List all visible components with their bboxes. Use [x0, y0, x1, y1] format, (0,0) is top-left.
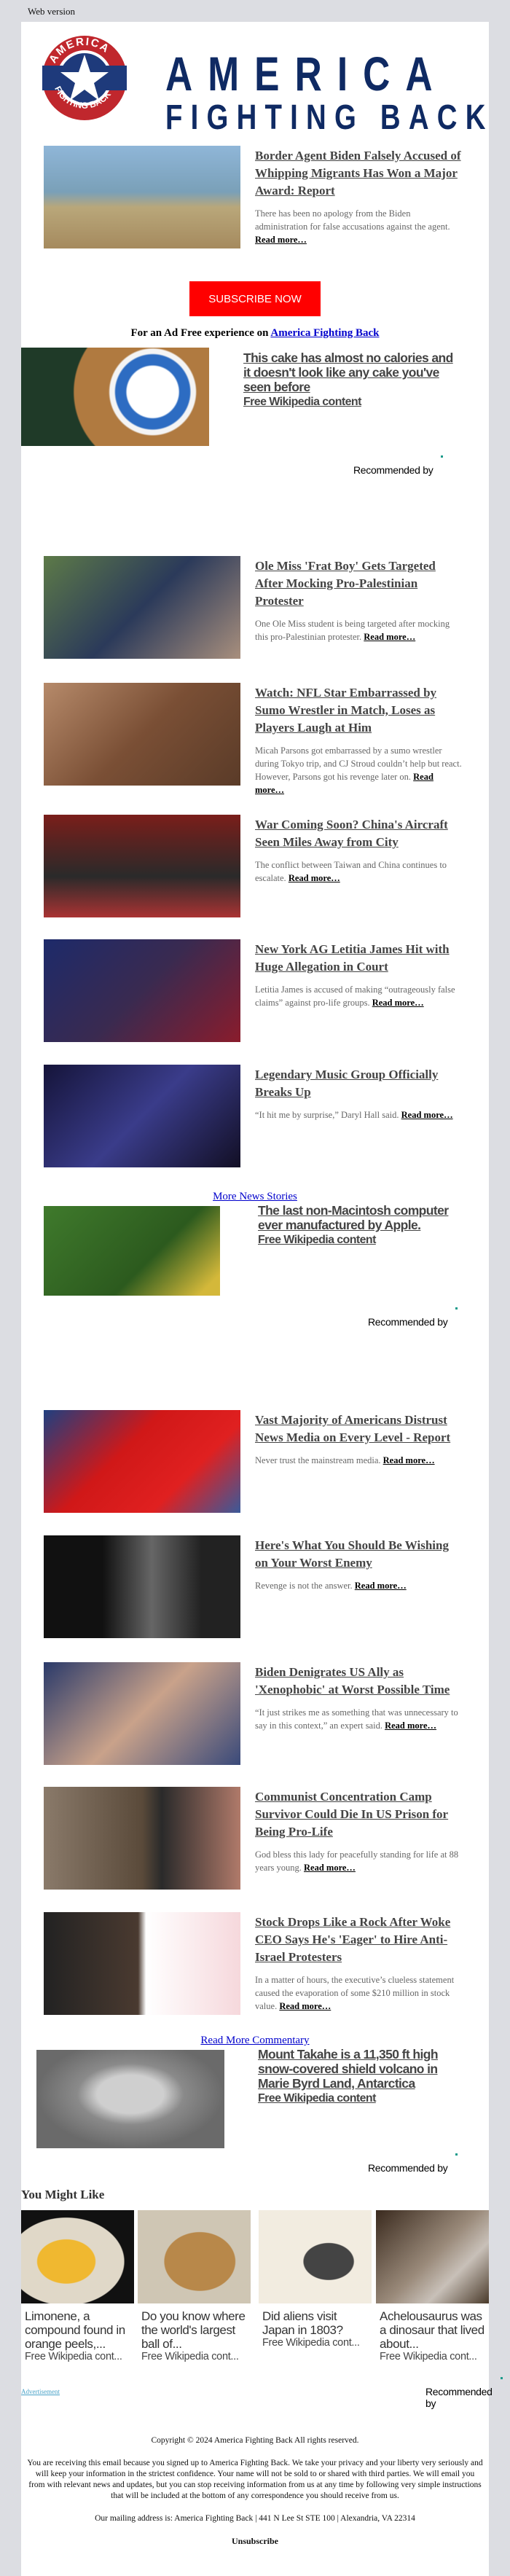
recommended-card[interactable]: Did aliens visit Japan in 1803? Free Wik… — [259, 2210, 372, 2349]
read-more-link[interactable]: Read more… — [355, 1581, 407, 1591]
story-image[interactable] — [44, 1912, 240, 2015]
site-logo[interactable]: AMERICA FIGHTING BACK AMERICA FIGHTING B… — [42, 35, 485, 136]
story-title-link[interactable]: Vast Majority of Americans Distrust News… — [255, 1412, 463, 1446]
story-title-link[interactable]: Biden Denigrates US Ally as 'Xenophobic'… — [255, 1664, 463, 1699]
story-title-link[interactable]: New York AG Letitia James Hit with Huge … — [255, 941, 463, 976]
story-summary: There has been no apology from the Biden… — [255, 208, 450, 245]
recommended-by-label[interactable]: Recommended by — [353, 455, 444, 476]
read-more-link[interactable]: Read more… — [385, 1720, 436, 1731]
copyright: Copyright © 2024 America Fighting Back A… — [151, 2436, 359, 2445]
recommender-logo-icon — [455, 2153, 458, 2156]
email-container: AMERICA FIGHTING BACK AMERICA FIGHTING B… — [21, 22, 503, 2576]
story-summary: In a matter of hours, the executive’s cl… — [255, 1975, 455, 2011]
story-summary: The conflict between Taiwan and China co… — [255, 860, 447, 883]
story-summary: God bless this lady for peacefully stand… — [255, 1849, 459, 1873]
story-summary: One Ole Miss student is being targeted a… — [255, 619, 450, 642]
story-title-link[interactable]: War Coming Soon? China's Aircraft Seen M… — [255, 816, 463, 851]
story-summary: Revenge is not the answer. Read more… — [255, 1581, 407, 1591]
ad-source: Free Wikipedia content — [258, 1234, 376, 1246]
ad-free-link[interactable]: America Fighting Back — [270, 327, 379, 339]
story-image[interactable] — [44, 815, 240, 917]
read-more-link[interactable]: Read more… — [289, 873, 340, 883]
card-image[interactable] — [138, 2210, 251, 2303]
recommender-logo-icon — [500, 2377, 503, 2379]
more-commentary-section: Read More Commentary — [21, 2035, 489, 2047]
advertisement-link[interactable]: Advertisement — [21, 2388, 60, 2395]
story-image[interactable] — [44, 939, 240, 1042]
web-version-link[interactable]: Web version — [28, 6, 75, 17]
story-title-link[interactable]: Here's What You Should Be Wishing on You… — [255, 1537, 463, 1572]
recommender-logo-icon — [455, 1307, 458, 1309]
story-title-link[interactable]: Stock Drops Like a Rock After Woke CEO S… — [255, 1914, 463, 1966]
card-image[interactable] — [259, 2210, 372, 2303]
recommended-card[interactable]: Achelousaurus was a dinosaur that lived … — [376, 2210, 489, 2362]
recommended-by-label[interactable]: Recommended by — [425, 2377, 503, 2409]
card-title[interactable]: Limonene, a compound found in orange pee… — [21, 2303, 134, 2351]
card-source: Free Wikipedia cont... — [262, 2337, 360, 2349]
story-title-link[interactable]: Watch: NFL Star Embarrassed by Sumo Wres… — [255, 684, 463, 737]
story-title-link[interactable]: Communist Concentration Camp Survivor Co… — [255, 1788, 463, 1841]
ad-image[interactable] — [21, 348, 209, 446]
story-summary: “It hit me by surprise,” Daryl Hall said… — [255, 1110, 453, 1120]
read-more-link[interactable]: Read more… — [364, 632, 415, 642]
ad-source: Free Wikipedia content — [243, 396, 361, 408]
story-title-link[interactable]: Legendary Music Group Officially Breaks … — [255, 1066, 463, 1101]
story-title-link[interactable]: Ole Miss 'Frat Boy' Gets Targeted After … — [255, 557, 463, 610]
story-image[interactable] — [44, 683, 240, 786]
seal-icon: AMERICA FIGHTING BACK — [42, 36, 127, 120]
story-image[interactable] — [44, 1662, 240, 1765]
ad-title-link[interactable]: Mount Takahe is a 11,350 ft high snow-co… — [258, 2047, 469, 2106]
card-title[interactable]: Do you know where the world's largest ba… — [138, 2303, 251, 2351]
mailing-address: Our mailing address is: America Fighting… — [95, 2514, 415, 2523]
recommended-by-label[interactable]: Recommended by — [368, 1307, 458, 1328]
story-summary: Micah Parsons got embarrassed by a sumo … — [255, 745, 462, 795]
footer: Copyright © 2024 America Fighting Back A… — [21, 2435, 489, 2559]
card-image[interactable] — [376, 2210, 489, 2303]
story-summary: Letitia James is accused of making “outr… — [255, 984, 455, 1008]
ad-free-notice: For an Ad Free experience on America Fig… — [130, 327, 380, 339]
read-more-link[interactable]: Read more… — [279, 2001, 331, 2011]
ad-title-link[interactable]: This cake has almost no calories and it … — [243, 351, 455, 410]
card-source: Free Wikipedia cont... — [380, 2351, 477, 2362]
you-might-like-heading: You Might Like — [21, 2188, 105, 2201]
story-image[interactable] — [44, 556, 240, 659]
unsubscribe-link[interactable]: Unsubscribe — [21, 2536, 489, 2547]
logo-wordmark: AMERICA FIGHTING BACK — [165, 47, 494, 137]
story-image[interactable] — [44, 1410, 240, 1513]
ad-source: Free Wikipedia content — [258, 2092, 376, 2105]
read-more-link[interactable]: Read more… — [383, 1455, 435, 1465]
card-title[interactable]: Did aliens visit Japan in 1803? — [259, 2303, 372, 2337]
read-more-link[interactable]: Read more… — [304, 1863, 356, 1873]
card-source: Free Wikipedia cont... — [141, 2351, 239, 2362]
more-news-link[interactable]: More News Stories — [213, 1191, 297, 1202]
story-image[interactable] — [44, 1787, 240, 1890]
more-news-section: More News Stories — [21, 1191, 489, 1203]
subscribe-button[interactable]: SUBSCRIBE NOW — [189, 281, 321, 316]
ad-title-link[interactable]: The last non-Macintosh computer ever man… — [258, 1203, 469, 1248]
recommended-card[interactable]: Limonene, a compound found in orange pee… — [21, 2210, 134, 2362]
story-summary: Never trust the mainstream media. Read m… — [255, 1455, 435, 1465]
privacy-notice: You are receiving this email because you… — [27, 2459, 483, 2500]
read-more-link[interactable]: Read more… — [372, 998, 424, 1008]
story-title-link[interactable]: Border Agent Biden Falsely Accused of Wh… — [255, 147, 463, 200]
story-image[interactable] — [44, 1535, 240, 1638]
story-image[interactable] — [44, 1065, 240, 1167]
card-source: Free Wikipedia cont... — [25, 2351, 122, 2362]
ad-image[interactable] — [44, 1206, 220, 1296]
recommended-by-label[interactable]: Recommended by — [368, 2153, 458, 2174]
read-more-link[interactable]: Read more… — [401, 1110, 453, 1120]
card-title[interactable]: Achelousaurus was a dinosaur that lived … — [376, 2303, 489, 2351]
read-more-link[interactable]: Read more… — [255, 235, 307, 245]
more-commentary-link[interactable]: Read More Commentary — [200, 2035, 309, 2046]
story-summary: “It just strikes me as something that wa… — [255, 1707, 458, 1731]
story-image[interactable] — [44, 146, 240, 248]
card-image[interactable] — [21, 2210, 134, 2303]
recommended-card[interactable]: Do you know where the world's largest ba… — [138, 2210, 251, 2362]
ad-image[interactable] — [36, 2050, 224, 2148]
recommender-logo-icon — [441, 455, 444, 458]
